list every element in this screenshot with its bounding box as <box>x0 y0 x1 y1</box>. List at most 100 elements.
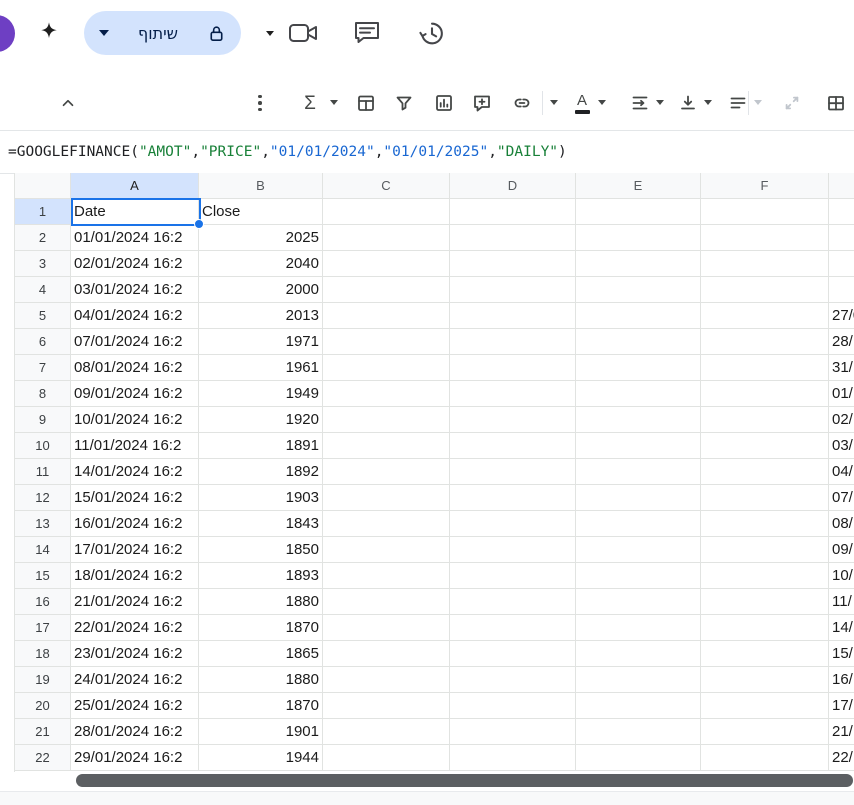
cell-F10[interactable] <box>701 433 829 459</box>
cell-C8[interactable] <box>323 381 450 407</box>
cell-E22[interactable] <box>576 745 701 771</box>
cell-E3[interactable] <box>576 251 701 277</box>
cell-B5[interactable]: 2013 <box>199 303 323 329</box>
cell-D16[interactable] <box>450 589 576 615</box>
cell-F13[interactable] <box>701 511 829 537</box>
cell-A19[interactable]: 24/01/2024 16:2 <box>71 667 199 693</box>
cell-F8[interactable] <box>701 381 829 407</box>
column-header-A[interactable]: A <box>71 173 199 199</box>
cell-D21[interactable] <box>450 719 576 745</box>
cell-B10[interactable]: 1891 <box>199 433 323 459</box>
cell-E20[interactable] <box>576 693 701 719</box>
row-header-7[interactable]: 7 <box>15 355 71 381</box>
cell-A15[interactable]: 18/01/2024 16:2 <box>71 563 199 589</box>
cell-E7[interactable] <box>576 355 701 381</box>
cell-G10[interactable]: 03/ <box>829 433 854 459</box>
horizontal-align-button[interactable] <box>722 87 754 119</box>
cell-B6[interactable]: 1971 <box>199 329 323 355</box>
row-header-19[interactable]: 19 <box>15 667 71 693</box>
cell-F22[interactable] <box>701 745 829 771</box>
cell-B19[interactable]: 1880 <box>199 667 323 693</box>
cell-A4[interactable]: 03/01/2024 16:2 <box>71 277 199 303</box>
row-header-8[interactable]: 8 <box>15 381 71 407</box>
row-header-3[interactable]: 3 <box>15 251 71 277</box>
row-header-10[interactable]: 10 <box>15 433 71 459</box>
cell-C13[interactable] <box>323 511 450 537</box>
cell-A16[interactable]: 21/01/2024 16:2 <box>71 589 199 615</box>
cell-B8[interactable]: 1949 <box>199 381 323 407</box>
cell-C17[interactable] <box>323 615 450 641</box>
cell-G4[interactable] <box>829 277 854 303</box>
cell-C9[interactable] <box>323 407 450 433</box>
fill-handle[interactable] <box>194 219 204 229</box>
cell-G13[interactable]: 08/ <box>829 511 854 537</box>
video-call-button[interactable] <box>288 20 320 46</box>
cell-C22[interactable] <box>323 745 450 771</box>
cell-D5[interactable] <box>450 303 576 329</box>
cell-B1[interactable]: Close <box>199 199 323 225</box>
row-header-2[interactable]: 2 <box>15 225 71 251</box>
cell-G18[interactable]: 15/ <box>829 641 854 667</box>
cell-G22[interactable]: 22/ <box>829 745 854 771</box>
cell-E9[interactable] <box>576 407 701 433</box>
cell-C6[interactable] <box>323 329 450 355</box>
cell-G1[interactable] <box>829 199 854 225</box>
insert-chart-button[interactable] <box>428 87 460 119</box>
cell-C12[interactable] <box>323 485 450 511</box>
cell-E1[interactable] <box>576 199 701 225</box>
row-header-20[interactable]: 20 <box>15 693 71 719</box>
cell-E4[interactable] <box>576 277 701 303</box>
cell-B12[interactable]: 1903 <box>199 485 323 511</box>
cell-D1[interactable] <box>450 199 576 225</box>
cell-G14[interactable]: 09/ <box>829 537 854 563</box>
cell-F15[interactable] <box>701 563 829 589</box>
borders-button[interactable] <box>820 87 852 119</box>
cell-E14[interactable] <box>576 537 701 563</box>
cell-D22[interactable] <box>450 745 576 771</box>
cell-B17[interactable]: 1870 <box>199 615 323 641</box>
formula-bar[interactable]: =GOOGLEFINANCE("AMOT","PRICE","01/01/202… <box>0 130 854 174</box>
row-header-6[interactable]: 6 <box>15 329 71 355</box>
cell-F3[interactable] <box>701 251 829 277</box>
cell-A8[interactable]: 09/01/2024 16:2 <box>71 381 199 407</box>
cell-G12[interactable]: 07/ <box>829 485 854 511</box>
cell-C10[interactable] <box>323 433 450 459</box>
cell-A3[interactable]: 02/01/2024 16:2 <box>71 251 199 277</box>
column-header-F[interactable]: F <box>701 173 829 199</box>
row-header-4[interactable]: 4 <box>15 277 71 303</box>
cell-E19[interactable] <box>576 667 701 693</box>
cell-D3[interactable] <box>450 251 576 277</box>
row-header-11[interactable]: 11 <box>15 459 71 485</box>
cell-F14[interactable] <box>701 537 829 563</box>
cell-G7[interactable]: 31/ <box>829 355 854 381</box>
cell-G21[interactable]: 21/ <box>829 719 854 745</box>
collapse-toolbar-button[interactable] <box>52 87 84 119</box>
cell-D12[interactable] <box>450 485 576 511</box>
cell-D6[interactable] <box>450 329 576 355</box>
more-options-button[interactable] <box>244 87 276 119</box>
row-header-17[interactable]: 17 <box>15 615 71 641</box>
functions-button[interactable]: Σ <box>294 87 326 119</box>
column-header-G[interactable] <box>829 173 854 199</box>
cell-F21[interactable] <box>701 719 829 745</box>
cell-E2[interactable] <box>576 225 701 251</box>
cell-A17[interactable]: 22/01/2024 16:2 <box>71 615 199 641</box>
cell-A18[interactable]: 23/01/2024 16:2 <box>71 641 199 667</box>
cell-B13[interactable]: 1843 <box>199 511 323 537</box>
row-header-21[interactable]: 21 <box>15 719 71 745</box>
cell-C15[interactable] <box>323 563 450 589</box>
cell-A1[interactable]: Date <box>71 199 199 225</box>
cell-A20[interactable]: 25/01/2024 16:2 <box>71 693 199 719</box>
cell-A22[interactable]: 29/01/2024 16:2 <box>71 745 199 771</box>
row-header-18[interactable]: 18 <box>15 641 71 667</box>
column-header-B[interactable]: B <box>199 173 323 199</box>
cell-G16[interactable]: 11/ <box>829 589 854 615</box>
cell-C2[interactable] <box>323 225 450 251</box>
version-history-button[interactable] <box>417 19 447 48</box>
cell-E8[interactable] <box>576 381 701 407</box>
cell-F5[interactable] <box>701 303 829 329</box>
cell-B2[interactable]: 2025 <box>199 225 323 251</box>
text-color-caret-icon[interactable] <box>598 100 606 105</box>
cell-F1[interactable] <box>701 199 829 225</box>
cell-E5[interactable] <box>576 303 701 329</box>
